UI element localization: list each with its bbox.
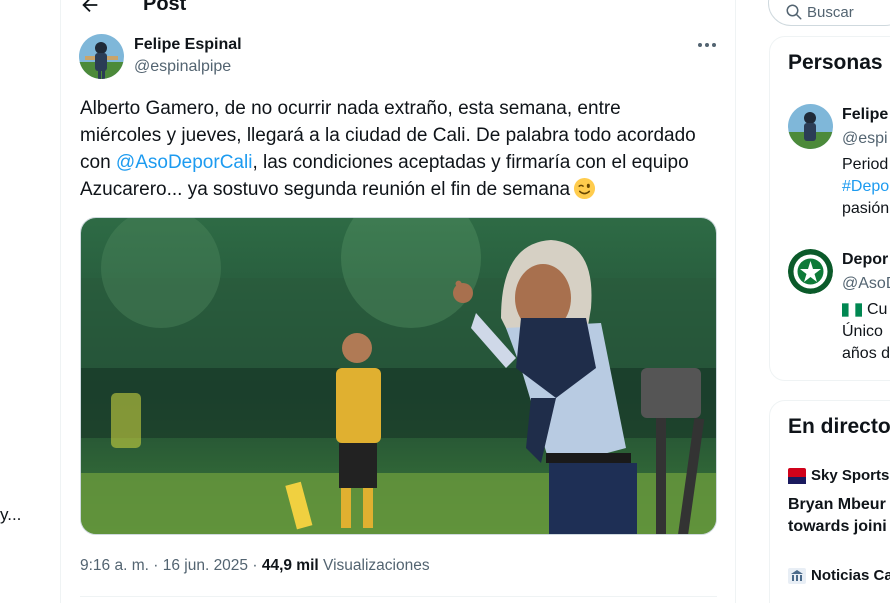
card-title: Personas bbox=[788, 51, 883, 74]
person-bio-line: Period bbox=[842, 156, 889, 173]
person-bio-line: Único bbox=[842, 323, 883, 340]
person-avatar[interactable] bbox=[788, 104, 833, 149]
meta-separator: · bbox=[248, 557, 262, 574]
person-bio-line: pasión bbox=[842, 200, 890, 217]
card-title: En directo bbox=[788, 415, 890, 438]
meta-separator: · bbox=[148, 557, 163, 574]
live-item[interactable]: Sky Sports Bryan Mbeur towards joini bbox=[788, 467, 889, 538]
live-source-name: Noticias Ca bbox=[811, 567, 890, 584]
tweet-meta: 9:16 a. m. · 16 jun. 2025 · 44,9 mil Vis… bbox=[80, 557, 430, 575]
person-bio-line: años d bbox=[842, 345, 890, 362]
mention-link[interactable]: @AsoDeporCali bbox=[116, 152, 253, 173]
tweet-line-part: con bbox=[80, 152, 116, 173]
author-display-name[interactable]: Felipe Espinal bbox=[134, 35, 242, 55]
relevant-people-card: Personas Felipe @espi Period #Depo pasió… bbox=[769, 36, 890, 381]
tweet-line-part: , las condiciones aceptadas y firmaría c… bbox=[252, 152, 689, 173]
person-name[interactable]: Depor bbox=[842, 251, 888, 269]
live-source-name: Sky Sports bbox=[811, 467, 890, 484]
divider bbox=[80, 596, 717, 597]
tweet-text: Alberto Gamero, de no ocurrir nada extra… bbox=[80, 95, 725, 203]
author-handle[interactable]: @espinalpipe bbox=[134, 55, 242, 79]
search-placeholder: Buscar bbox=[807, 4, 854, 21]
views-count: 44,9 mil bbox=[261, 557, 319, 574]
news-building-icon bbox=[788, 567, 806, 584]
views-label: Visualizaciones bbox=[318, 557, 430, 574]
post-column: Post Felipe Espinal @espinalpipe Alberto… bbox=[60, 0, 736, 603]
person-name[interactable]: Felipe bbox=[842, 106, 888, 124]
nigeria-flag-icon bbox=[842, 303, 862, 317]
club-crest-avatar[interactable] bbox=[788, 249, 833, 294]
person-bio-text: Cu bbox=[867, 301, 888, 318]
tweet-time[interactable]: 9:16 a. m. bbox=[80, 557, 149, 574]
search-input[interactable]: Buscar bbox=[768, 0, 890, 26]
winking-face-icon bbox=[574, 177, 596, 200]
back-arrow-icon[interactable] bbox=[79, 0, 101, 16]
tweet-author[interactable]: Felipe Espinal @espinalpipe bbox=[79, 34, 242, 79]
tweet-photo[interactable] bbox=[80, 217, 717, 535]
live-headline-line[interactable]: towards joini bbox=[788, 516, 889, 538]
page-title: Post bbox=[143, 0, 187, 15]
tweet-line: miércoles y jueves, llegará a la ciudad … bbox=[80, 125, 696, 146]
author-avatar[interactable] bbox=[79, 34, 124, 79]
sky-sports-logo-icon bbox=[788, 467, 806, 484]
tweet-line: Alberto Gamero, de no ocurrir nada extra… bbox=[80, 98, 621, 119]
search-icon bbox=[786, 4, 802, 20]
live-card: En directo Sky Sports Bryan Mbeur toward… bbox=[769, 400, 890, 603]
more-options-icon[interactable] bbox=[697, 39, 717, 51]
tweet-line: Azucarero... ya sostuvo segunda reunión … bbox=[80, 179, 571, 200]
post-header: Post bbox=[79, 0, 186, 17]
person-handle[interactable]: @espi bbox=[842, 130, 888, 148]
tweet-date[interactable]: 16 jun. 2025 bbox=[163, 557, 248, 574]
person-bio-hashtag[interactable]: #Depo bbox=[842, 176, 889, 198]
person-handle[interactable]: @AsoD bbox=[842, 275, 890, 293]
person-bio-line: Cu bbox=[842, 299, 887, 321]
live-headline-line[interactable]: Bryan Mbeur bbox=[788, 494, 889, 516]
live-item[interactable]: Noticias Ca bbox=[788, 567, 890, 584]
left-sidebar-fragment: y... bbox=[0, 505, 22, 524]
